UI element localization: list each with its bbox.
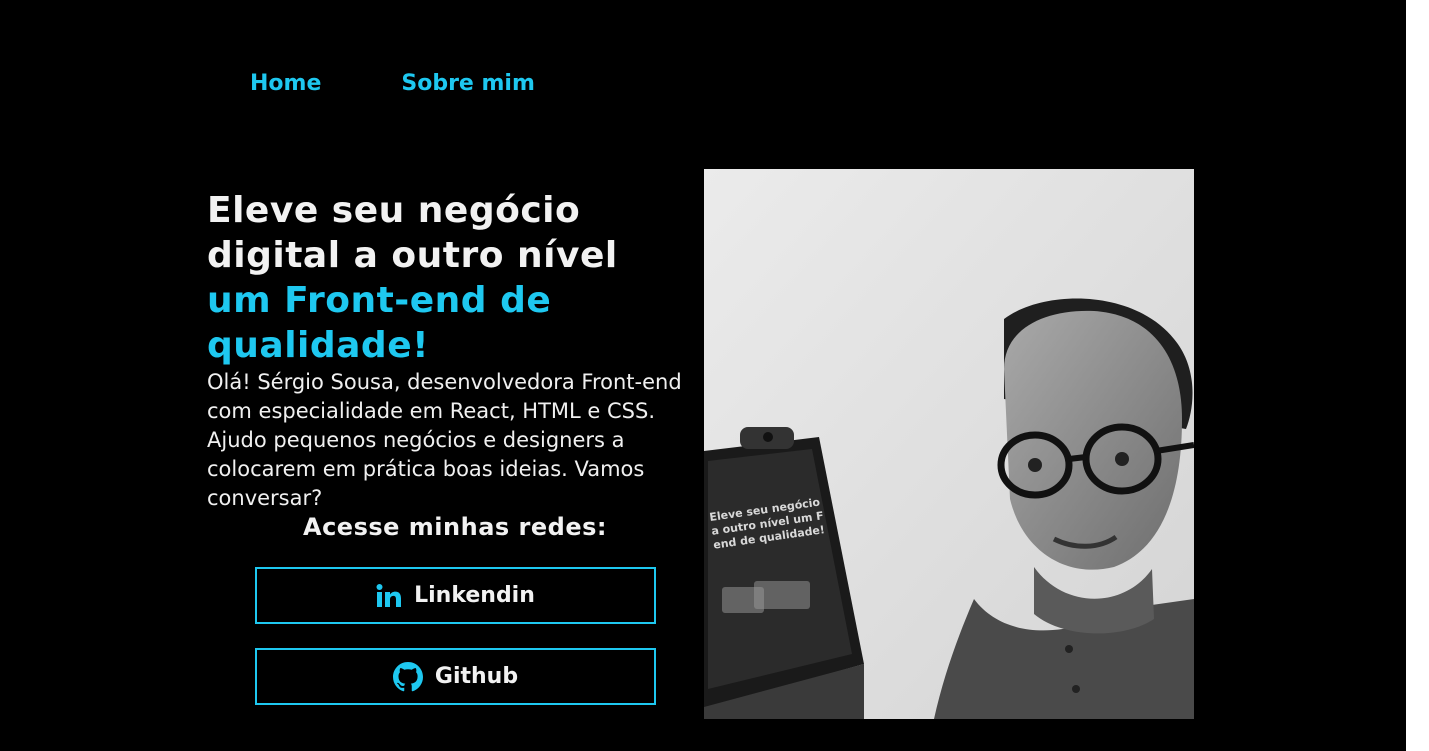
- hero-title-accent-line-1: um Front-end de: [207, 280, 552, 321]
- social-heading: Acesse minhas redes:: [303, 513, 607, 541]
- hero-title-line-2: digital a outro nível: [207, 235, 618, 276]
- github-button[interactable]: Github: [255, 648, 656, 705]
- linkedin-button[interactable]: Linkendin: [255, 567, 656, 624]
- profile-photo: Eleve seu negócio a outro nível um F end…: [704, 169, 1194, 719]
- github-button-label: Github: [434, 664, 519, 689]
- nav-link-sobre-mim[interactable]: Sobre mim: [401, 64, 535, 104]
- main-nav: Home Sobre mim: [250, 64, 535, 104]
- profile-photo-illustration: Eleve seu negócio a outro nível um F end…: [704, 169, 1194, 719]
- linkedin-icon: [376, 583, 402, 609]
- hero-title: Eleve seu negócio digital a outro nível …: [207, 188, 687, 368]
- github-icon: [392, 661, 423, 692]
- page: Home Sobre mim Eleve seu negócio digital…: [0, 0, 1406, 751]
- intro-text: Olá! Sérgio Sousa, desenvolvedora Front-…: [207, 370, 682, 510]
- hero-title-accent-line-2: qualidade!: [207, 325, 430, 366]
- linkedin-button-label: Linkendin: [414, 583, 535, 608]
- nav-link-home[interactable]: Home: [250, 64, 321, 104]
- hero-title-line-1: Eleve seu negócio: [207, 190, 581, 231]
